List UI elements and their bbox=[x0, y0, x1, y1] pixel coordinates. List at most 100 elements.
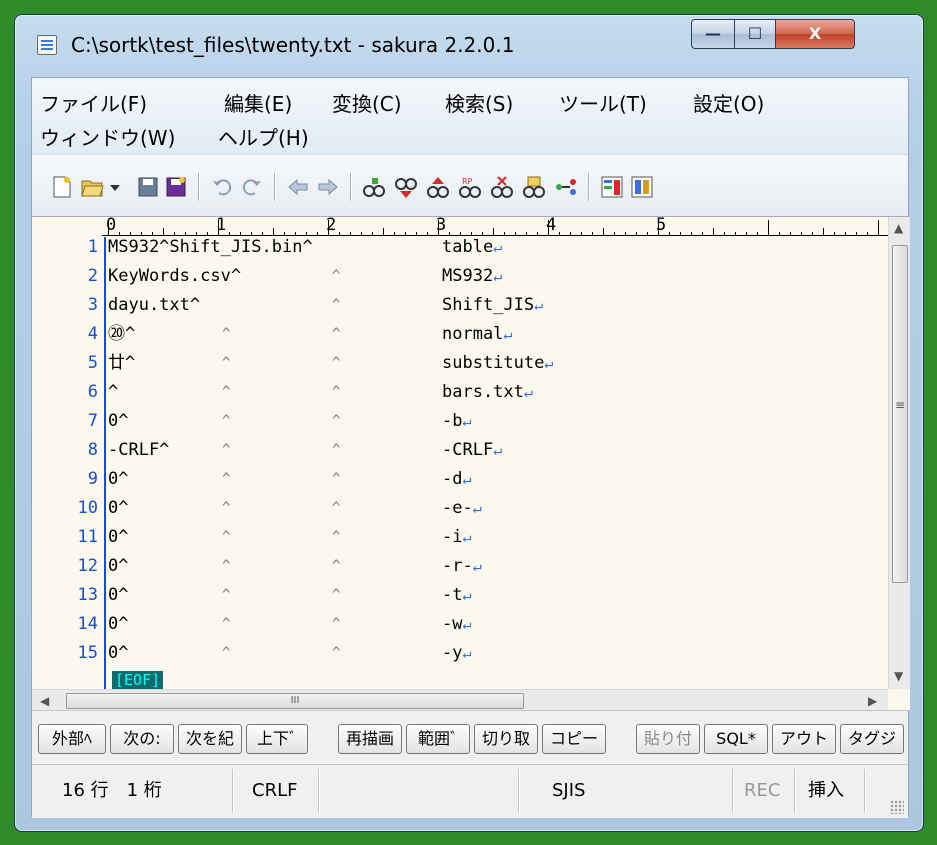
menu-file[interactable]: ファイル(F) bbox=[40, 88, 147, 117]
scroll-down-arrow-icon[interactable]: ▼ bbox=[894, 669, 903, 683]
encoding-indicator[interactable]: SJIS bbox=[552, 771, 585, 811]
line-number: 10 bbox=[77, 498, 98, 518]
fkey-up-down[interactable]: 上下ﾞ bbox=[246, 724, 308, 754]
column-ruler[interactable]: 0 1 2 3 4 5 bbox=[32, 215, 888, 237]
menu-settings[interactable]: 設定(O) bbox=[693, 88, 764, 117]
toolbar-separator bbox=[350, 173, 351, 201]
editor-line[interactable]: 7 0^ ^ ^ -b↵ bbox=[32, 411, 888, 432]
replace-icon[interactable]: RP bbox=[458, 175, 482, 199]
editor-line[interactable]: 4 ⑳^ ^ ^ normal↵ bbox=[32, 324, 888, 345]
find-prev-icon[interactable] bbox=[426, 175, 450, 199]
editor-line[interactable]: 6 ^ ^ ^ bars.txt↵ bbox=[32, 382, 888, 403]
new-file-icon[interactable] bbox=[50, 175, 74, 199]
editor-line[interactable]: 8 -CRLF^ ^ ^ -CRLF↵ bbox=[32, 440, 888, 461]
editor-line[interactable]: 13 0^ ^ ^ -t↵ bbox=[32, 585, 888, 606]
horizontal-scroll-thumb[interactable]: III bbox=[66, 693, 524, 709]
ruler-tick bbox=[295, 232, 296, 236]
tag-jump-icon[interactable] bbox=[554, 175, 578, 199]
ruler-tick bbox=[493, 228, 494, 236]
editor-line[interactable]: 1 MS932^Shift_JIS.bin^ table↵ bbox=[32, 237, 888, 258]
line-text: -y bbox=[442, 643, 463, 663]
horizontal-scrollbar[interactable]: ◀ III ▶ bbox=[32, 689, 888, 711]
ruler-tick bbox=[526, 232, 527, 236]
line-number: 11 bbox=[77, 527, 98, 547]
tab-marker: ^ bbox=[222, 587, 231, 603]
fkey-next-search[interactable]: 次を紀 bbox=[178, 724, 242, 754]
editor-line[interactable]: 15 0^ ^ ^ -y↵ bbox=[32, 643, 888, 664]
editor-line[interactable]: 11 0^ ^ ^ -i↵ bbox=[32, 527, 888, 548]
find-next-icon[interactable] bbox=[394, 175, 418, 199]
menu-search[interactable]: 検索(S) bbox=[445, 88, 513, 117]
ruler-tick bbox=[691, 232, 692, 236]
ruler-tick bbox=[229, 232, 230, 236]
line-text-col1: 0^ bbox=[108, 643, 129, 663]
resize-grip-icon[interactable] bbox=[890, 800, 904, 814]
editor-line[interactable]: 3 dayu.txt^ ^ Shift_JIS↵ bbox=[32, 295, 888, 316]
ruler-tick bbox=[218, 220, 219, 236]
ruler-tick bbox=[273, 228, 274, 236]
fkey-cut[interactable]: 切り取 bbox=[474, 724, 538, 754]
ruler-tick bbox=[669, 232, 670, 236]
minimize-button[interactable]: — bbox=[691, 19, 735, 49]
editor-line[interactable]: 2 KeyWords.csv^ ^ MS932↵ bbox=[32, 266, 888, 287]
ruler-tick bbox=[185, 232, 186, 236]
fkey-range[interactable]: 範囲ﾞ bbox=[406, 724, 470, 754]
line-number: 4 bbox=[87, 324, 98, 344]
jump-forward-icon[interactable] bbox=[316, 175, 340, 199]
vertical-scrollbar[interactable]: ▲ ≡ ▼ bbox=[888, 217, 910, 689]
maximize-button[interactable]: ☐ bbox=[734, 19, 776, 49]
fkey-tag-jump[interactable]: タグジ bbox=[840, 724, 904, 754]
fkey-outline[interactable]: アウト bbox=[772, 724, 836, 754]
line-text-col1: 0^ bbox=[108, 585, 129, 605]
ruler-tick bbox=[482, 232, 483, 236]
dropdown-icon[interactable] bbox=[108, 175, 122, 199]
editor-line[interactable]: 9 0^ ^ ^ -d↵ bbox=[32, 469, 888, 490]
menu-convert[interactable]: 変換(C) bbox=[332, 88, 402, 117]
editor-line[interactable]: 5 廿^ ^ ^ substitute↵ bbox=[32, 353, 888, 374]
jump-back-icon[interactable] bbox=[286, 175, 310, 199]
editor-line[interactable]: 12 0^ ^ ^ -r-↵ bbox=[32, 556, 888, 577]
sakura-app-icon[interactable] bbox=[37, 35, 57, 55]
menu-edit[interactable]: 編集(E) bbox=[224, 88, 292, 117]
vertical-scroll-thumb[interactable]: ≡ bbox=[892, 245, 908, 583]
scroll-left-arrow-icon[interactable]: ◀ bbox=[40, 694, 49, 708]
ruler-tick bbox=[372, 232, 373, 236]
ruler-tick bbox=[152, 232, 153, 236]
fkey-next[interactable]: 次の: bbox=[110, 724, 174, 754]
find-icon[interactable] bbox=[362, 175, 386, 199]
fkey-external[interactable]: 外部ﾍ bbox=[38, 724, 106, 754]
fkey-copy[interactable]: コピー bbox=[542, 724, 606, 754]
fkey-paste[interactable]: 貼り付 bbox=[636, 724, 700, 754]
tab-marker: ^ bbox=[332, 645, 341, 661]
replace-all-icon[interactable] bbox=[490, 175, 514, 199]
open-file-icon[interactable] bbox=[80, 175, 104, 199]
settings-icon[interactable] bbox=[630, 175, 654, 199]
editor-line[interactable]: 10 0^ ^ ^ -e-↵ bbox=[32, 498, 888, 519]
undo-icon[interactable] bbox=[210, 175, 234, 199]
fkey-sql[interactable]: SQL* bbox=[704, 724, 768, 754]
scroll-up-arrow-icon[interactable]: ▲ bbox=[894, 221, 903, 235]
scroll-right-arrow-icon[interactable]: ▶ bbox=[868, 694, 877, 708]
editor-line[interactable]: 14 0^ ^ ^ -w↵ bbox=[32, 614, 888, 635]
close-button[interactable]: X bbox=[775, 19, 855, 49]
line-text-col2: -i↵ bbox=[442, 527, 472, 548]
line-text: -r- bbox=[442, 556, 473, 576]
outline-icon[interactable] bbox=[600, 175, 624, 199]
save-icon[interactable] bbox=[136, 175, 160, 199]
menu-help[interactable]: ヘルプ(H) bbox=[218, 122, 309, 151]
ruler-tick bbox=[284, 232, 285, 236]
menu-tools[interactable]: ツール(T) bbox=[559, 88, 647, 117]
line-text: substitute bbox=[442, 353, 545, 373]
line-text-col2: -w↵ bbox=[442, 614, 472, 635]
title-bar[interactable]: C:\sortk\test_files\twenty.txt - sakura … bbox=[15, 15, 923, 77]
ruler-tick bbox=[196, 232, 197, 236]
menu-window[interactable]: ウィンドウ(W) bbox=[40, 122, 175, 151]
redo-icon[interactable] bbox=[240, 175, 264, 199]
fkey-redraw[interactable]: 再描画 bbox=[338, 724, 402, 754]
text-editor[interactable]: 0 1 2 3 4 5 1 MS932^Shift_JIS.bin^ table↵ 2… bbox=[32, 215, 910, 711]
ruler-tick bbox=[735, 232, 736, 236]
save-all-icon[interactable] bbox=[164, 175, 188, 199]
ruler-tick bbox=[757, 232, 758, 236]
grep-icon[interactable] bbox=[522, 175, 546, 199]
ruler-tick bbox=[350, 232, 351, 236]
